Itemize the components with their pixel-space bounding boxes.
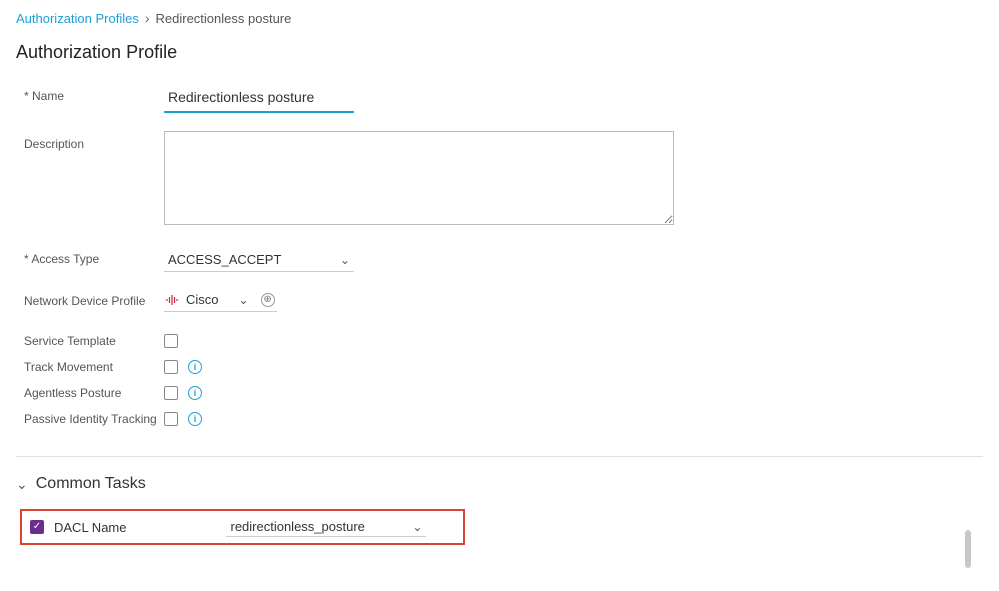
name-label: * Name xyxy=(24,83,164,103)
service-template-label: Service Template xyxy=(24,334,164,348)
add-ndp-button[interactable]: ⊕ xyxy=(261,293,275,307)
chevron-down-icon: ⌄ xyxy=(239,293,249,307)
agentless-posture-label: Agentless Posture xyxy=(24,386,164,400)
chevron-right-icon: › xyxy=(145,10,150,26)
page-title: Authorization Profile xyxy=(0,36,999,83)
dacl-name-checkbox[interactable]: ✓ xyxy=(30,520,44,534)
access-type-label: * Access Type xyxy=(24,246,164,266)
common-tasks-title: Common Tasks xyxy=(36,475,146,493)
breadcrumb-parent-link[interactable]: Authorization Profiles xyxy=(16,11,139,26)
form-area: * Name Description * Access Type ACCESS_… xyxy=(0,83,999,426)
scrollbar-thumb[interactable] xyxy=(965,530,971,568)
passive-identity-label: Passive Identity Tracking xyxy=(24,412,164,426)
name-input[interactable] xyxy=(164,83,354,113)
common-tasks-header[interactable]: ⌄ Common Tasks xyxy=(0,475,999,509)
service-template-row: Service Template xyxy=(24,334,975,348)
ndp-select[interactable]: Cisco ⌄ ⊕ xyxy=(164,290,277,312)
dacl-name-select[interactable]: redirectionless_posture ⌄ xyxy=(226,517,426,537)
access-type-row: * Access Type ACCESS_ACCEPT ⌄ xyxy=(24,246,975,272)
chevron-down-icon: ⌄ xyxy=(412,520,422,534)
agentless-posture-row: Agentless Posture i xyxy=(24,386,975,400)
track-movement-label: Track Movement xyxy=(24,360,164,374)
dacl-name-value: redirectionless_posture xyxy=(230,519,412,534)
name-row: * Name xyxy=(24,83,975,113)
ndp-row: Network Device Profile Cisco ⌄ ⊕ xyxy=(24,290,975,312)
info-icon[interactable]: i xyxy=(188,412,202,426)
service-template-checkbox[interactable] xyxy=(164,334,178,348)
track-movement-checkbox[interactable] xyxy=(164,360,178,374)
chevron-down-icon: ⌄ xyxy=(16,476,28,493)
dacl-name-label: DACL Name xyxy=(54,520,126,535)
info-icon[interactable]: i xyxy=(188,360,202,374)
track-movement-row: Track Movement i xyxy=(24,360,975,374)
access-type-select[interactable]: ACCESS_ACCEPT ⌄ xyxy=(164,246,354,272)
agentless-posture-checkbox[interactable] xyxy=(164,386,178,400)
ndp-label: Network Device Profile xyxy=(24,294,164,308)
breadcrumb-current: Redirectionless posture xyxy=(156,11,292,26)
cisco-logo-icon xyxy=(166,295,180,305)
breadcrumb: Authorization Profiles › Redirectionless… xyxy=(0,0,999,36)
info-icon[interactable]: i xyxy=(188,386,202,400)
passive-identity-row: Passive Identity Tracking i xyxy=(24,412,975,426)
chevron-down-icon: ⌄ xyxy=(340,253,350,267)
description-label: Description xyxy=(24,131,164,151)
ndp-value: Cisco xyxy=(186,292,219,307)
passive-identity-checkbox[interactable] xyxy=(164,412,178,426)
dacl-name-row: ✓ DACL Name redirectionless_posture ⌄ xyxy=(20,509,465,545)
access-type-value: ACCESS_ACCEPT xyxy=(168,252,340,267)
description-row: Description xyxy=(24,131,975,228)
description-input[interactable] xyxy=(164,131,674,225)
section-divider xyxy=(16,456,983,457)
